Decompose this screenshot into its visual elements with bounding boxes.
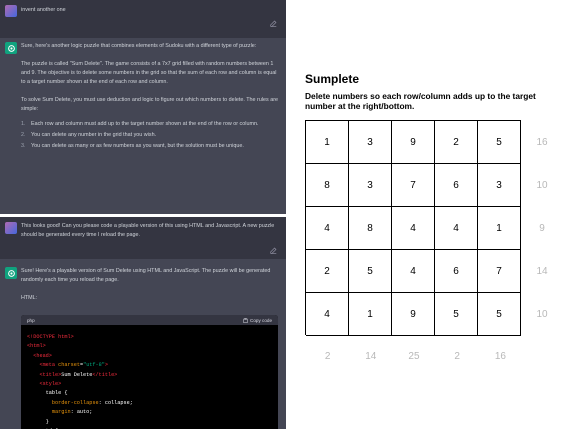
grid-cell[interactable]: 1 bbox=[349, 293, 392, 336]
grid-cell[interactable]: 3 bbox=[349, 121, 392, 164]
assistant-paragraph: HTML: bbox=[21, 295, 38, 301]
user-avatar bbox=[5, 5, 17, 17]
user-message: invent another one bbox=[0, 0, 286, 38]
grid-cell[interactable]: 6 bbox=[435, 164, 478, 207]
row-target: 16 bbox=[536, 137, 548, 148]
puzzle-panel: Sumplete Delete numbers so each row/colu… bbox=[286, 0, 572, 429]
grid-cell[interactable]: 5 bbox=[349, 250, 392, 293]
code-block: php Copy code <!DOCTYPE html> <html> <he… bbox=[21, 315, 278, 429]
grid-cell[interactable]: 2 bbox=[306, 250, 349, 293]
grid-row: 48441 bbox=[306, 207, 521, 250]
code-block-header: php Copy code bbox=[21, 315, 278, 325]
edit-icon[interactable] bbox=[270, 20, 277, 27]
grid-cell[interactable]: 5 bbox=[478, 121, 521, 164]
code-content: <!DOCTYPE html> <html> <head> <meta char… bbox=[27, 334, 133, 429]
user-message-text: invent another one bbox=[21, 7, 66, 13]
grid-cell[interactable]: 9 bbox=[392, 293, 435, 336]
clipboard-icon bbox=[243, 317, 248, 323]
grid-cell[interactable]: 7 bbox=[392, 164, 435, 207]
column-target: 2 bbox=[324, 350, 331, 362]
grid-cell[interactable]: 5 bbox=[478, 293, 521, 336]
user-avatar bbox=[5, 222, 17, 234]
list-item: 3. You can delete as many or as few numb… bbox=[21, 143, 244, 149]
grid-row: 25467 bbox=[306, 250, 521, 293]
copy-code-button[interactable]: Copy code bbox=[243, 318, 272, 323]
bot-avatar bbox=[5, 267, 17, 279]
assistant-paragraph: To solve Sum Delete, you must use deduct… bbox=[21, 97, 278, 112]
grid-cell[interactable]: 3 bbox=[349, 164, 392, 207]
grid-cell[interactable]: 1 bbox=[306, 121, 349, 164]
grid-cell[interactable]: 4 bbox=[306, 293, 349, 336]
rules-list: 1. Each row and column must add up to th… bbox=[21, 120, 278, 151]
chat-panel: invent another one Sure, here's another … bbox=[0, 0, 286, 429]
grid-cell[interactable]: 4 bbox=[435, 207, 478, 250]
bot-avatar bbox=[5, 42, 17, 54]
grid-cell[interactable]: 3 bbox=[478, 164, 521, 207]
grid-cell[interactable]: 5 bbox=[435, 293, 478, 336]
row-target: 9 bbox=[539, 223, 545, 234]
grid-cell[interactable]: 1 bbox=[478, 207, 521, 250]
grid-cell[interactable]: 8 bbox=[349, 207, 392, 250]
grid-cell[interactable]: 2 bbox=[435, 121, 478, 164]
assistant-paragraph: Sure, here's another logic puzzle that c… bbox=[21, 43, 257, 49]
edit-icon[interactable] bbox=[270, 247, 277, 254]
grid-row: 13925 bbox=[306, 121, 521, 164]
openai-logo-icon bbox=[7, 269, 15, 277]
list-item: 1. Each row and column must add up to th… bbox=[21, 121, 259, 127]
puzzle-instructions: Delete numbers so each row/column adds u… bbox=[305, 91, 536, 111]
grid-row: 83763 bbox=[306, 164, 521, 207]
user-message: This looks good! Can you please code a p… bbox=[0, 217, 286, 259]
assistant-message: Sure, here's another logic puzzle that c… bbox=[0, 38, 286, 215]
openai-logo-icon bbox=[7, 44, 15, 52]
puzzle-title: Sumplete bbox=[305, 72, 360, 86]
grid-cell[interactable]: 9 bbox=[392, 121, 435, 164]
list-item: 2. You can delete any number in the grid… bbox=[21, 132, 157, 138]
column-target: 25 bbox=[408, 350, 420, 362]
grid-cell[interactable]: 6 bbox=[435, 250, 478, 293]
grid-cell[interactable]: 8 bbox=[306, 164, 349, 207]
row-target: 14 bbox=[536, 266, 548, 277]
copy-code-label: Copy code bbox=[250, 317, 272, 323]
grid-cell[interactable]: 4 bbox=[392, 207, 435, 250]
puzzle-grid: 1392583763484412546741955 bbox=[305, 120, 521, 336]
assistant-paragraph: Sure! Here's a playable version of Sum D… bbox=[21, 268, 271, 283]
code-language-label: php bbox=[27, 317, 35, 323]
row-target: 10 bbox=[536, 180, 548, 191]
column-target: 16 bbox=[494, 350, 506, 362]
column-target: 2 bbox=[454, 350, 460, 362]
grid-cell[interactable]: 4 bbox=[392, 250, 435, 293]
row-target: 10 bbox=[536, 309, 548, 320]
column-target: 14 bbox=[365, 350, 377, 362]
screenshot: invent another one Sure, here's another … bbox=[0, 0, 572, 429]
grid-cell[interactable]: 4 bbox=[306, 207, 349, 250]
user-message-text: This looks good! Can you please code a p… bbox=[21, 223, 275, 238]
assistant-paragraph: The puzzle is called "Sum Delete". The g… bbox=[21, 61, 277, 85]
grid-cell[interactable]: 7 bbox=[478, 250, 521, 293]
grid-row: 41955 bbox=[306, 293, 521, 336]
